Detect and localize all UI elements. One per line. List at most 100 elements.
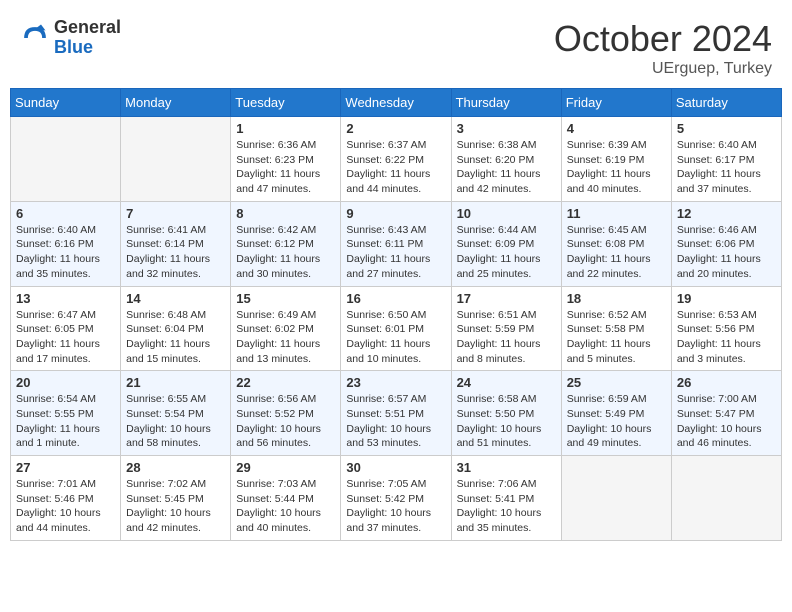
header-saturday: Saturday <box>671 89 781 117</box>
calendar-week-1: 1 Sunrise: 6:36 AM Sunset: 6:23 PM Daylig… <box>11 117 782 202</box>
calendar-cell: 29 Sunrise: 7:03 AM Sunset: 5:44 PM Dayli… <box>231 456 341 541</box>
day-number: 30 <box>346 460 445 475</box>
calendar-cell <box>121 117 231 202</box>
calendar-cell: 22Sunrise: 6:56 AM Sunset: 5:52 PM Dayli… <box>231 371 341 456</box>
day-number: 22 <box>236 375 335 390</box>
calendar-cell: 5Sunrise: 6:40 AM Sunset: 6:17 PM Daylig… <box>671 117 781 202</box>
day-info: Sunrise: 6:59 AM Sunset: 5:49 PM Dayligh… <box>567 392 666 451</box>
calendar-cell: 24 Sunrise: 6:58 AM Sunset: 5:50 PM Dayli… <box>451 371 561 456</box>
day-info: Sunrise: 6:55 AM Sunset: 5:54 PM Dayligh… <box>126 392 225 451</box>
calendar-cell: 25 Sunrise: 6:59 AM Sunset: 5:49 PM Dayli… <box>561 371 671 456</box>
day-info: Sunrise: 7:05 AM Sunset: 5:42 PM Dayligh… <box>346 477 445 536</box>
day-info: Sunrise: 6:42 AM Sunset: 6:12 PM Dayligh… <box>236 223 335 282</box>
day-info: Sunrise: 6:40 AM Sunset: 6:17 PM Dayligh… <box>677 138 776 197</box>
day-info: Sunrise: 6:38 AM Sunset: 6:20 PM Dayligh… <box>457 138 556 197</box>
header-wednesday: Wednesday <box>341 89 451 117</box>
day-info: Sunrise: 6:39 AM Sunset: 6:19 PM Dayligh… <box>567 138 666 197</box>
logo-blue-text: Blue <box>54 38 121 58</box>
calendar-cell: 2Sunrise: 6:37 AM Sunset: 6:22 PM Daylig… <box>341 117 451 202</box>
day-number: 3 <box>457 121 556 136</box>
calendar-week-5: 27 Sunrise: 7:01 AM Sunset: 5:46 PM Dayli… <box>11 456 782 541</box>
day-number: 12 <box>677 206 776 221</box>
header-tuesday: Tuesday <box>231 89 341 117</box>
calendar-cell: 6Sunrise: 6:40 AM Sunset: 6:16 PM Daylig… <box>11 201 121 286</box>
day-number: 13 <box>16 291 115 306</box>
day-number: 25 <box>567 375 666 390</box>
calendar-cell: 16 Sunrise: 6:50 AM Sunset: 6:01 PM Dayli… <box>341 286 451 371</box>
day-info: Sunrise: 6:37 AM Sunset: 6:22 PM Dayligh… <box>346 138 445 197</box>
header-monday: Monday <box>121 89 231 117</box>
calendar-table: SundayMondayTuesdayWednesdayThursdayFrid… <box>10 88 782 541</box>
calendar-cell: 28Sunrise: 7:02 AM Sunset: 5:45 PM Dayli… <box>121 456 231 541</box>
calendar-cell: 12 Sunrise: 6:46 AM Sunset: 6:06 PM Dayli… <box>671 201 781 286</box>
day-info: Sunrise: 6:58 AM Sunset: 5:50 PM Dayligh… <box>457 392 556 451</box>
day-info: Sunrise: 6:51 AM Sunset: 5:59 PM Dayligh… <box>457 308 556 367</box>
calendar-cell: 1 Sunrise: 6:36 AM Sunset: 6:23 PM Daylig… <box>231 117 341 202</box>
calendar-cell: 18Sunrise: 6:52 AM Sunset: 5:58 PM Dayli… <box>561 286 671 371</box>
day-number: 18 <box>567 291 666 306</box>
title-block: October 2024 UErguep, Turkey <box>554 18 772 78</box>
calendar-cell: 19Sunrise: 6:53 AM Sunset: 5:56 PM Dayli… <box>671 286 781 371</box>
day-number: 10 <box>457 206 556 221</box>
day-number: 26 <box>677 375 776 390</box>
calendar-cell: 26Sunrise: 7:00 AM Sunset: 5:47 PM Dayli… <box>671 371 781 456</box>
calendar-cell: 13Sunrise: 6:47 AM Sunset: 6:05 PM Dayli… <box>11 286 121 371</box>
header-friday: Friday <box>561 89 671 117</box>
day-number: 1 <box>236 121 335 136</box>
month-year-title: October 2024 <box>554 18 772 60</box>
day-number: 27 <box>16 460 115 475</box>
day-number: 15 <box>236 291 335 306</box>
calendar-cell: 7 Sunrise: 6:41 AM Sunset: 6:14 PM Daylig… <box>121 201 231 286</box>
day-info: Sunrise: 6:50 AM Sunset: 6:01 PM Dayligh… <box>346 308 445 367</box>
day-info: Sunrise: 7:03 AM Sunset: 5:44 PM Dayligh… <box>236 477 335 536</box>
calendar-cell: 15Sunrise: 6:49 AM Sunset: 6:02 PM Dayli… <box>231 286 341 371</box>
calendar-cell: 21 Sunrise: 6:55 AM Sunset: 5:54 PM Dayli… <box>121 371 231 456</box>
calendar-cell: 20Sunrise: 6:54 AM Sunset: 5:55 PM Dayli… <box>11 371 121 456</box>
location-subtitle: UErguep, Turkey <box>554 60 772 78</box>
day-number: 23 <box>346 375 445 390</box>
day-number: 24 <box>457 375 556 390</box>
day-number: 9 <box>346 206 445 221</box>
day-number: 4 <box>567 121 666 136</box>
calendar-week-3: 13Sunrise: 6:47 AM Sunset: 6:05 PM Dayli… <box>11 286 782 371</box>
calendar-cell <box>11 117 121 202</box>
day-info: Sunrise: 6:48 AM Sunset: 6:04 PM Dayligh… <box>126 308 225 367</box>
day-number: 11 <box>567 206 666 221</box>
day-info: Sunrise: 6:43 AM Sunset: 6:11 PM Dayligh… <box>346 223 445 282</box>
day-number: 16 <box>346 291 445 306</box>
day-number: 7 <box>126 206 225 221</box>
calendar-cell: 10Sunrise: 6:44 AM Sunset: 6:09 PM Dayli… <box>451 201 561 286</box>
day-number: 8 <box>236 206 335 221</box>
day-info: Sunrise: 7:01 AM Sunset: 5:46 PM Dayligh… <box>16 477 115 536</box>
day-info: Sunrise: 7:02 AM Sunset: 5:45 PM Dayligh… <box>126 477 225 536</box>
day-info: Sunrise: 6:41 AM Sunset: 6:14 PM Dayligh… <box>126 223 225 282</box>
calendar-cell: 4 Sunrise: 6:39 AM Sunset: 6:19 PM Daylig… <box>561 117 671 202</box>
calendar-cell: 8 Sunrise: 6:42 AM Sunset: 6:12 PM Daylig… <box>231 201 341 286</box>
calendar-cell: 9 Sunrise: 6:43 AM Sunset: 6:11 PM Daylig… <box>341 201 451 286</box>
logo-text: General Blue <box>54 18 121 58</box>
header-sunday: Sunday <box>11 89 121 117</box>
calendar-header-row: SundayMondayTuesdayWednesdayThursdayFrid… <box>11 89 782 117</box>
calendar-cell: 14Sunrise: 6:48 AM Sunset: 6:04 PM Dayli… <box>121 286 231 371</box>
calendar-cell: 27 Sunrise: 7:01 AM Sunset: 5:46 PM Dayli… <box>11 456 121 541</box>
logo-icon <box>20 23 50 53</box>
day-number: 29 <box>236 460 335 475</box>
day-info: Sunrise: 6:36 AM Sunset: 6:23 PM Dayligh… <box>236 138 335 197</box>
day-info: Sunrise: 6:46 AM Sunset: 6:06 PM Dayligh… <box>677 223 776 282</box>
calendar-cell: 23 Sunrise: 6:57 AM Sunset: 5:51 PM Dayli… <box>341 371 451 456</box>
header-thursday: Thursday <box>451 89 561 117</box>
day-info: Sunrise: 6:57 AM Sunset: 5:51 PM Dayligh… <box>346 392 445 451</box>
calendar-cell: 3 Sunrise: 6:38 AM Sunset: 6:20 PM Daylig… <box>451 117 561 202</box>
calendar-cell <box>561 456 671 541</box>
calendar-cell: 30 Sunrise: 7:05 AM Sunset: 5:42 PM Dayli… <box>341 456 451 541</box>
calendar-week-2: 6Sunrise: 6:40 AM Sunset: 6:16 PM Daylig… <box>11 201 782 286</box>
calendar-cell: 31 Sunrise: 7:06 AM Sunset: 5:41 PM Dayli… <box>451 456 561 541</box>
calendar-cell: 17Sunrise: 6:51 AM Sunset: 5:59 PM Dayli… <box>451 286 561 371</box>
day-info: Sunrise: 6:40 AM Sunset: 6:16 PM Dayligh… <box>16 223 115 282</box>
logo-general-text: General <box>54 18 121 38</box>
day-number: 21 <box>126 375 225 390</box>
calendar-cell: 11 Sunrise: 6:45 AM Sunset: 6:08 PM Dayli… <box>561 201 671 286</box>
day-info: Sunrise: 6:45 AM Sunset: 6:08 PM Dayligh… <box>567 223 666 282</box>
day-number: 31 <box>457 460 556 475</box>
day-info: Sunrise: 7:06 AM Sunset: 5:41 PM Dayligh… <box>457 477 556 536</box>
